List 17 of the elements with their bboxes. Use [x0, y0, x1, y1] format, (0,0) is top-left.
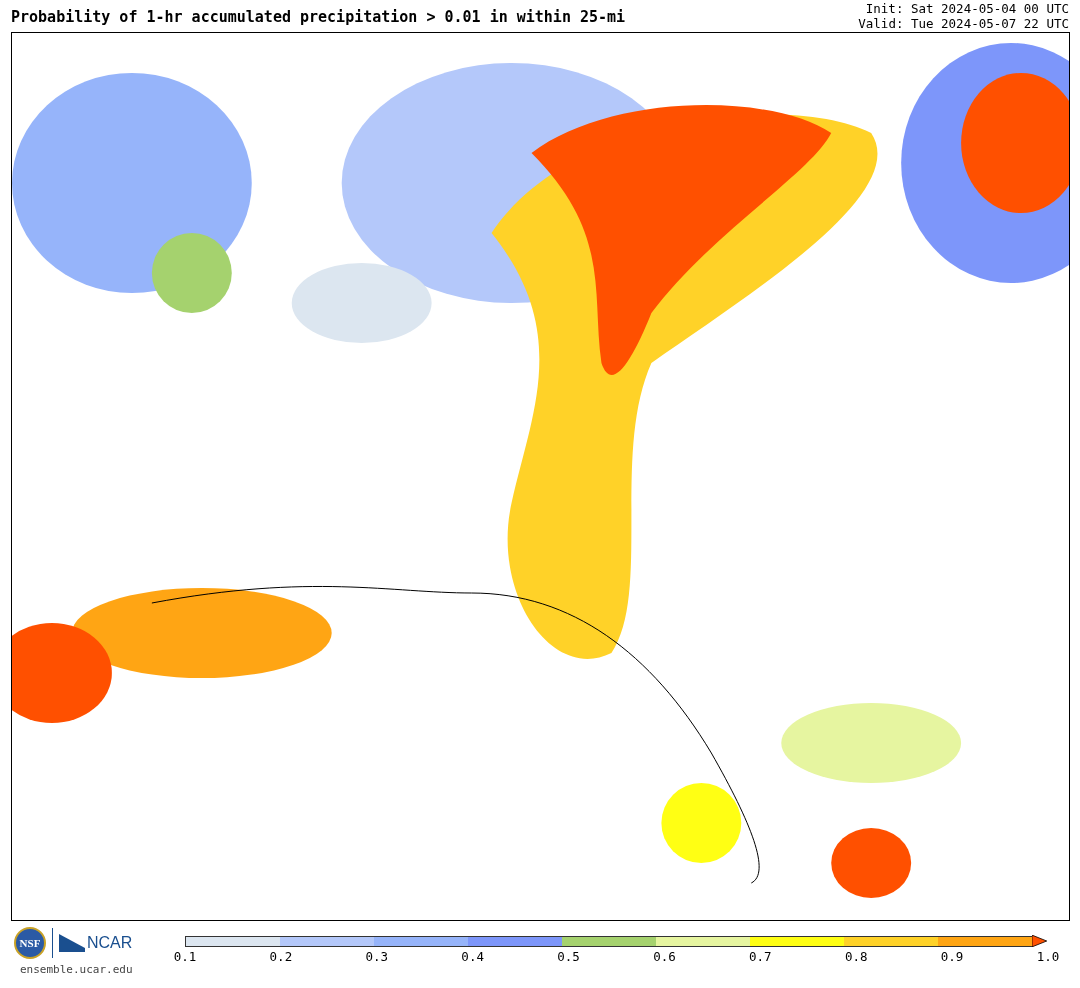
tick-label: 0.2	[269, 949, 293, 964]
ncar-logo: NCAR	[87, 934, 133, 952]
plot-title: Probability of 1-hr accumulated precipitation > 0.01 in within 25-mi	[11, 8, 626, 28]
init-time: Init: Sat 2024-05-04 00 UTC	[864, 1, 1069, 16]
tick-label: 0.4	[461, 949, 484, 964]
tick-label: 0.6	[653, 949, 676, 964]
tick-label: 0.7	[749, 949, 772, 964]
tick-label: 0.3	[365, 949, 389, 964]
nsf-logo: NSF	[14, 927, 46, 959]
site-url: ensemble.ucar.edu	[19, 963, 134, 976]
tick-label: 0.9	[940, 949, 964, 964]
ncar-mark-icon	[59, 934, 85, 952]
tick-label: 0.8	[844, 949, 868, 964]
tick-label: 0.1	[173, 949, 197, 964]
valid-time: Valid: Tue 2024-05-07 22 UTC	[858, 16, 1069, 31]
tick-label: 0.5	[557, 949, 580, 964]
tick-label: 1.0	[1036, 949, 1060, 964]
